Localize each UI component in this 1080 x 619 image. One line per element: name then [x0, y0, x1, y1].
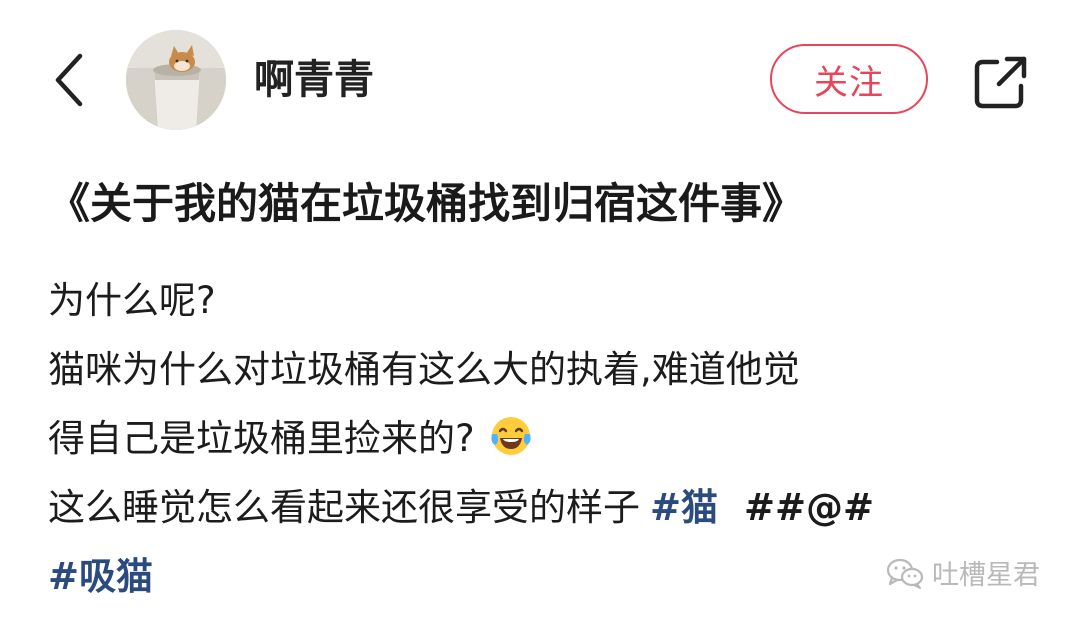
follow-button[interactable]: 关注: [770, 44, 928, 114]
back-button[interactable]: [44, 48, 94, 112]
watermark-text: 吐槽星君: [932, 560, 1040, 591]
post-line-2: 猫咪为什么对垃圾桶有这么大的执着,难道他觉: [48, 348, 800, 391]
wechat-icon: [886, 558, 924, 589]
chevron-left-icon: [55, 53, 83, 107]
post-line-4-container: 这么睡觉怎么看起来还很享受的样子 #猫 ##@#: [48, 473, 1038, 542]
share-button[interactable]: [966, 50, 1034, 114]
hashtag-symbols: ##@#: [744, 486, 875, 529]
tears-of-joy-emoji-icon: [491, 417, 531, 455]
hashtag-cat[interactable]: #猫: [650, 486, 718, 529]
hashtag-cat-lover[interactable]: #吸猫: [48, 555, 153, 598]
post-line-4: 这么睡觉怎么看起来还很享受的样子: [48, 486, 640, 529]
watermark: 吐槽星君: [886, 553, 1040, 592]
avatar-cat-in-bin-image: [126, 30, 226, 130]
share-icon: [974, 56, 1027, 109]
post-line-3-container: 得自己是垃圾桶里捡来的?: [48, 404, 1038, 473]
username[interactable]: 啊青青: [254, 52, 374, 108]
avatar[interactable]: [126, 30, 226, 130]
post-line-3: 得自己是垃圾桶里捡来的?: [48, 417, 475, 460]
post-title: 《关于我的猫在垃圾桶找到归宿这件事》: [48, 179, 805, 228]
post-line-1: 为什么呢?: [48, 279, 216, 322]
